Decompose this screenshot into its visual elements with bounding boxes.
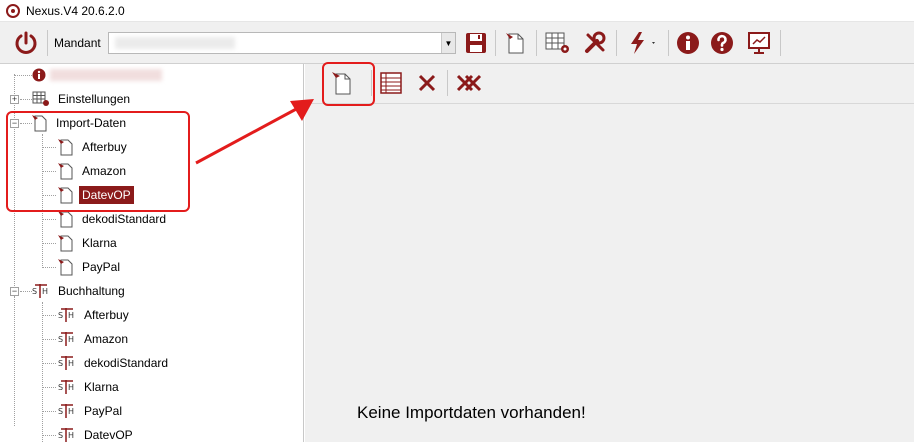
chevron-down-icon[interactable]: ▼ [441, 33, 455, 53]
svg-text:S: S [32, 287, 37, 296]
tree-item-buchhaltung-klarna[interactable]: SH Klarna [58, 377, 122, 397]
screen-icon[interactable] [744, 28, 774, 58]
main-toolbar: Mandant ▼ [0, 22, 914, 64]
tree-item-import-klarna[interactable]: Klarna [58, 233, 120, 253]
tree-item-einstellungen[interactable]: Einstellungen [32, 89, 133, 109]
tree-item-label: PayPal [82, 260, 121, 274]
info-icon [32, 68, 46, 82]
mandant-label: Mandant [54, 36, 101, 50]
svg-text:H: H [68, 431, 74, 440]
svg-text:S: S [58, 407, 63, 416]
accounting-icon: SH [32, 284, 48, 298]
title-bar: Nexus.V4 20.6.2.0 [0, 0, 914, 22]
accounting-icon: SH [58, 356, 74, 370]
list-icon[interactable] [377, 68, 405, 98]
mandant-select[interactable]: ▼ [108, 32, 456, 54]
mandant-value [115, 37, 235, 49]
tree-item-label: dekodiStandard [82, 212, 167, 226]
empty-message: Keine Importdaten vorhanden! [357, 403, 586, 422]
accounting-icon: SH [58, 380, 74, 394]
lightning-icon[interactable] [622, 28, 662, 58]
tree-item-buchhaltung[interactable]: SH Buchhaltung [32, 281, 128, 301]
save-icon[interactable] [462, 28, 490, 58]
tree-item-buchhaltung-afterbuy[interactable]: SH Afterbuy [58, 305, 132, 325]
svg-text:H: H [68, 335, 74, 344]
tree-item-label: PayPal [84, 404, 123, 418]
table-settings-icon [32, 91, 49, 106]
svg-text:H: H [42, 287, 48, 296]
tree-item-import-dekodistandard[interactable]: dekodiStandard [58, 209, 169, 229]
content-toolbar [305, 64, 914, 104]
svg-text:H: H [68, 407, 74, 416]
svg-text:H: H [68, 359, 74, 368]
tree-item-buchhaltung-paypal[interactable]: SH PayPal [58, 401, 125, 421]
svg-text:S: S [58, 359, 63, 368]
tree-item-label: Amazon [84, 332, 129, 346]
delete-icon[interactable] [413, 68, 441, 98]
svg-text:H: H [68, 311, 74, 320]
tree-item-import-paypal[interactable]: PayPal [58, 257, 123, 277]
app-icon [6, 3, 20, 18]
window-title: Nexus.V4 20.6.2.0 [26, 3, 125, 18]
power-icon[interactable] [10, 28, 42, 58]
import-document-icon [58, 235, 73, 252]
tree-item-label: Einstellungen [58, 92, 131, 106]
svg-text:S: S [58, 311, 63, 320]
expand-toggle[interactable]: + [10, 95, 19, 104]
tree-root-label [50, 69, 162, 81]
import-document-icon [58, 259, 73, 276]
tree-item-buchhaltung-datevop[interactable]: SH DatevOP [58, 425, 136, 442]
tree-item-label: dekodiStandard [84, 356, 169, 370]
svg-text:S: S [58, 335, 63, 344]
new-document-icon[interactable] [500, 28, 530, 58]
svg-text:H: H [68, 383, 74, 392]
tree-item-buchhaltung-dekodistandard[interactable]: SH dekodiStandard [58, 353, 171, 373]
help-icon[interactable] [708, 28, 736, 58]
tools-icon[interactable] [580, 28, 610, 58]
tree-item-label: DatevOP [84, 428, 133, 442]
delete-all-icon[interactable] [453, 68, 487, 98]
svg-text:S: S [58, 383, 63, 392]
import-document-icon [58, 211, 73, 228]
accounting-icon: SH [58, 404, 74, 418]
tree-root[interactable] [32, 65, 162, 85]
tree-item-label: Buchhaltung [58, 284, 125, 298]
content-panel: Keine Importdaten vorhanden! [305, 64, 914, 442]
collapse-toggle[interactable]: − [10, 287, 19, 296]
svg-text:S: S [58, 431, 63, 440]
tree-item-buchhaltung-amazon[interactable]: SH Amazon [58, 329, 131, 349]
accounting-icon: SH [58, 332, 74, 346]
tree-item-label: Klarna [82, 236, 117, 250]
tree-item-label: Klarna [84, 380, 119, 394]
accounting-icon: SH [58, 308, 74, 322]
accounting-icon: SH [58, 428, 74, 442]
table-settings-icon[interactable] [542, 28, 574, 58]
tree-item-label: Afterbuy [84, 308, 129, 322]
info-icon[interactable] [674, 28, 702, 58]
annotation-highlight-tree [6, 111, 190, 212]
annotation-arrow-icon [195, 99, 314, 165]
